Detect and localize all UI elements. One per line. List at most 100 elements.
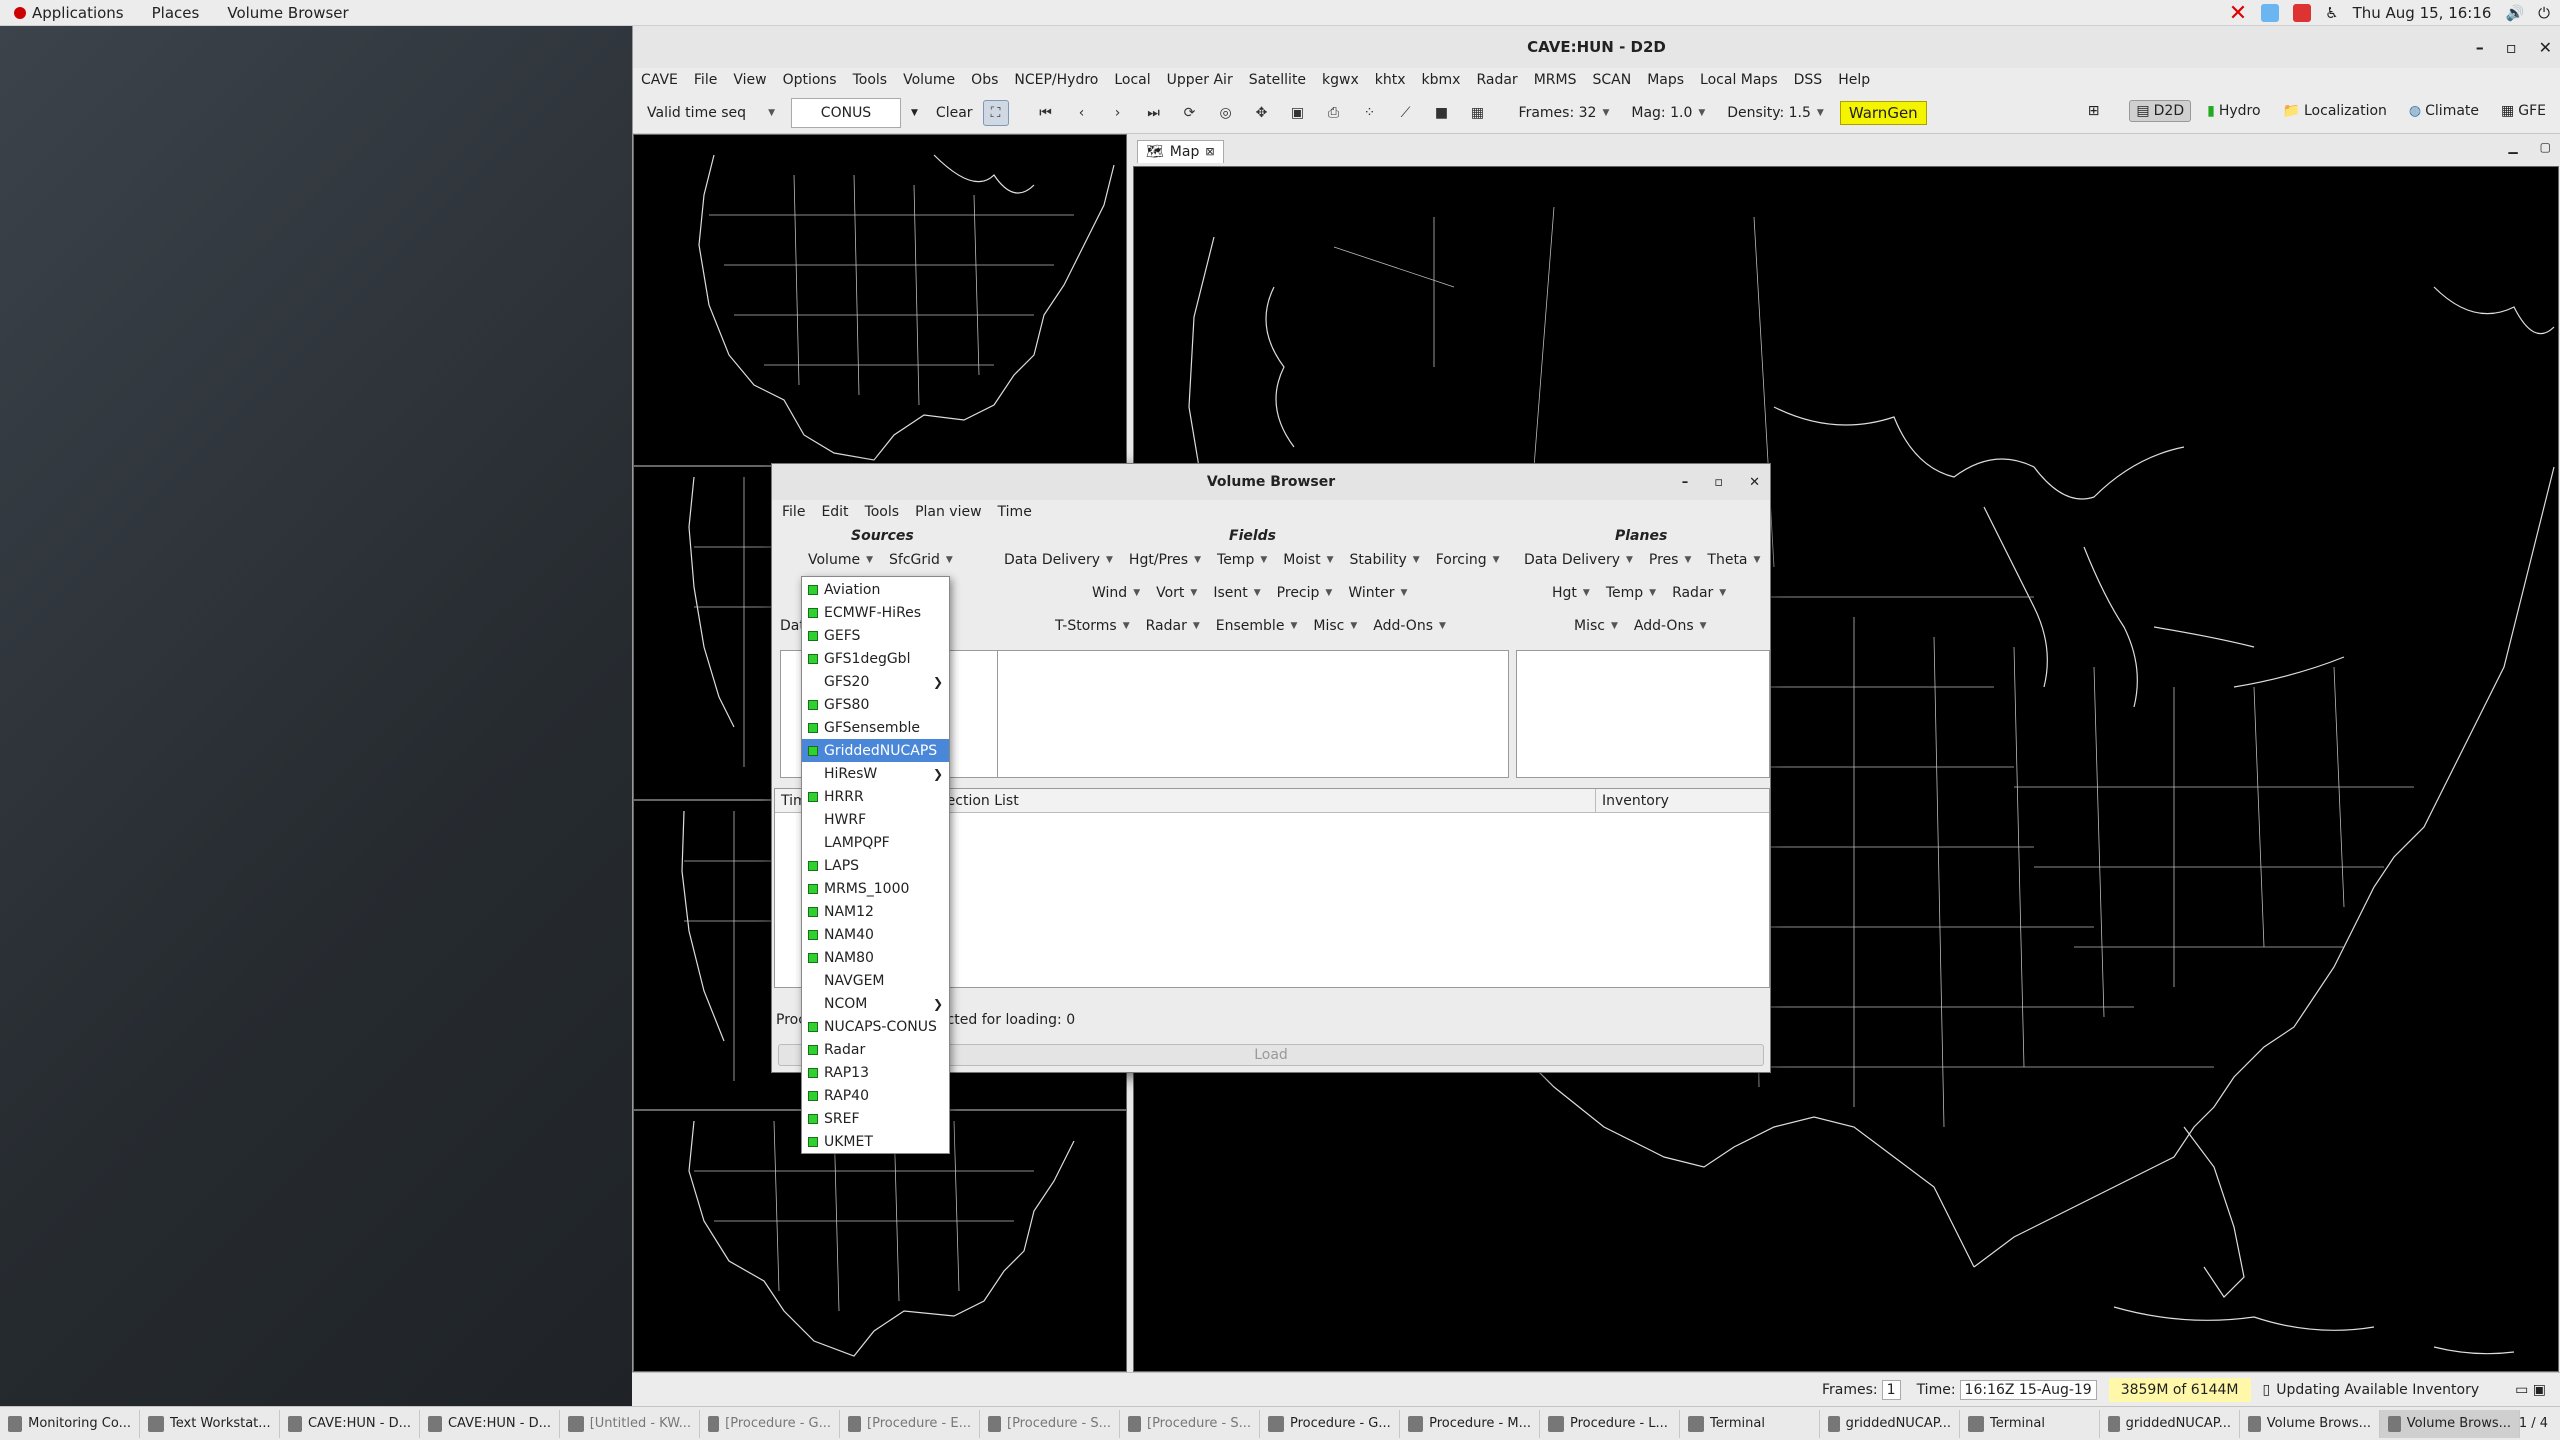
taskbar-item[interactable]: [Procedure - E... bbox=[840, 1409, 980, 1438]
source-item-mrms-1000[interactable]: MRMS_1000 bbox=[802, 877, 949, 900]
chevron-down-icon[interactable]: ▼ bbox=[911, 108, 918, 118]
maximize-pane-icon[interactable]: ▢ bbox=[2540, 140, 2551, 154]
source-item-navgem[interactable]: NAVGEM bbox=[802, 969, 949, 992]
source-item-gfs80[interactable]: GFS80 bbox=[802, 693, 949, 716]
source-item-laps[interactable]: LAPS bbox=[802, 854, 949, 877]
taskbar-item[interactable]: Monitoring Co... bbox=[0, 1409, 140, 1438]
source-item-hwrf[interactable]: HWRF bbox=[802, 808, 949, 831]
fields-t-storms-combo[interactable]: T-Storms ▼ bbox=[1055, 618, 1130, 634]
source-item-nam40[interactable]: NAM40 bbox=[802, 923, 949, 946]
source-item-aviation[interactable]: Aviation bbox=[802, 578, 949, 601]
fields-moist-combo[interactable]: Moist ▼ bbox=[1283, 552, 1333, 568]
places-menu[interactable]: Places bbox=[138, 0, 214, 26]
menu-scan[interactable]: SCAN bbox=[1592, 72, 1631, 88]
source-item-radar[interactable]: Radar bbox=[802, 1038, 949, 1061]
source-item-nam80[interactable]: NAM80 bbox=[802, 946, 949, 969]
menu-view[interactable]: View bbox=[733, 72, 766, 88]
sfcgrid-combo[interactable]: SfcGrid ▼ bbox=[889, 552, 953, 568]
perspective-localization[interactable]: 📁 Localization bbox=[2277, 101, 2393, 121]
clear-button[interactable]: Clear bbox=[936, 105, 973, 121]
taskbar-item[interactable]: [Procedure - S... bbox=[1120, 1409, 1260, 1438]
source-item-gfsensemble[interactable]: GFSensemble bbox=[802, 716, 949, 739]
menu-radar[interactable]: Radar bbox=[1476, 72, 1517, 88]
vb-menu-time[interactable]: Time bbox=[998, 504, 1032, 520]
side-pane-1[interactable] bbox=[633, 134, 1127, 466]
valid-time-seq-combo[interactable]: Valid time seq ▼ bbox=[641, 105, 781, 121]
fields-vort-combo[interactable]: Vort ▼ bbox=[1156, 585, 1197, 601]
taskbar-item[interactable]: Terminal bbox=[1680, 1409, 1820, 1438]
taskbar-item[interactable]: griddedNUCAP... bbox=[2100, 1409, 2240, 1438]
tab-map[interactable]: 🗺 Map ⊠ bbox=[1137, 139, 1224, 163]
refresh-icon[interactable]: ◎ bbox=[1213, 100, 1239, 126]
minimize-icon[interactable]: – bbox=[2476, 38, 2484, 57]
fields-stability-combo[interactable]: Stability ▼ bbox=[1350, 552, 1420, 568]
taskbar-item[interactable]: CAVE:HUN - D... bbox=[420, 1409, 560, 1438]
fields-data-delivery-combo[interactable]: Data Delivery ▼ bbox=[1004, 552, 1113, 568]
print-icon[interactable]: ⎙ bbox=[1321, 100, 1347, 126]
inventory-column-header[interactable]: Inventory bbox=[1595, 789, 1769, 813]
menu-satellite[interactable]: Satellite bbox=[1249, 72, 1306, 88]
planes-theta-combo[interactable]: Theta ▼ bbox=[1707, 552, 1760, 568]
tray-icons[interactable]: ▭ ▣ bbox=[2515, 1382, 2546, 1398]
density-combo[interactable]: Density: 1.5 ▼ bbox=[1721, 105, 1830, 121]
fields-list[interactable] bbox=[997, 650, 1509, 778]
menu-file[interactable]: File bbox=[694, 72, 717, 88]
planes-radar-combo[interactable]: Radar ▼ bbox=[1672, 585, 1726, 601]
fields-temp-combo[interactable]: Temp ▼ bbox=[1217, 552, 1267, 568]
mag-combo[interactable]: Mag: 1.0 ▼ bbox=[1625, 105, 1711, 121]
maximize-icon[interactable]: ▫ bbox=[2506, 38, 2517, 57]
close-icon[interactable]: ✕ bbox=[2539, 38, 2552, 57]
single-panel-icon[interactable]: ■ bbox=[1429, 100, 1455, 126]
menu-kbmx[interactable]: kbmx bbox=[1422, 72, 1461, 88]
menu-obs[interactable]: Obs bbox=[971, 72, 998, 88]
source-item-hiresw[interactable]: HiResW ❯ bbox=[802, 762, 949, 785]
source-item-rap40[interactable]: RAP40 bbox=[802, 1084, 949, 1107]
perspective-d2d[interactable]: ▤ D2D bbox=[2129, 100, 2192, 122]
taskbar-item[interactable]: Procedure - L... bbox=[1540, 1409, 1680, 1438]
taskbar-item[interactable]: CAVE:HUN - D... bbox=[280, 1409, 420, 1438]
source-item-gfs20[interactable]: GFS20 ❯ bbox=[802, 670, 949, 693]
planes-data-delivery-combo[interactable]: Data Delivery ▼ bbox=[1524, 552, 1633, 568]
volume-icon[interactable]: 🔊 bbox=[2505, 4, 2524, 22]
minimize-icon[interactable]: – bbox=[1682, 475, 1689, 490]
vb-menu-file[interactable]: File bbox=[782, 504, 805, 520]
taskbar-item[interactable]: [Procedure - S... bbox=[980, 1409, 1120, 1438]
menu-mrms[interactable]: MRMS bbox=[1534, 72, 1577, 88]
source-item-lampqpf[interactable]: LAMPQPF bbox=[802, 831, 949, 854]
perspective-gfe[interactable]: ▦ GFE bbox=[2495, 101, 2552, 121]
vb-menu-plan-view[interactable]: Plan view bbox=[915, 504, 981, 520]
baseline-icon[interactable]: ⟋ bbox=[1393, 100, 1419, 126]
taskbar-item[interactable]: Terminal bbox=[1960, 1409, 2100, 1438]
memory-indicator[interactable]: 3859M of 6144M bbox=[2108, 1377, 2251, 1402]
active-app-menu[interactable]: Volume Browser bbox=[213, 0, 362, 26]
source-item-gefs[interactable]: GEFS bbox=[802, 624, 949, 647]
fields-ensemble-combo[interactable]: Ensemble ▼ bbox=[1216, 618, 1298, 634]
close-x-icon[interactable]: ✕ bbox=[2229, 1, 2247, 26]
source-item-gfs1deggbl[interactable]: GFS1degGbl bbox=[802, 647, 949, 670]
first-frame-icon[interactable]: ⏮ bbox=[1033, 100, 1059, 126]
taskbar-item[interactable]: Text Workstat... bbox=[140, 1409, 280, 1438]
weather-icon[interactable] bbox=[2261, 4, 2280, 22]
zoom-extent-icon[interactable]: ⛶ bbox=[982, 99, 1009, 126]
taskbar-item[interactable]: [Untitled - KW... bbox=[560, 1409, 700, 1438]
fields-precip-combo[interactable]: Precip ▼ bbox=[1277, 585, 1333, 601]
vb-titlebar[interactable]: Volume Browser – ▫ ✕ bbox=[772, 464, 1770, 500]
menu-khtx[interactable]: khtx bbox=[1375, 72, 1406, 88]
menu-cave[interactable]: CAVE bbox=[641, 72, 678, 88]
maximize-icon[interactable]: ▫ bbox=[1714, 475, 1723, 490]
menu-upper-air[interactable]: Upper Air bbox=[1167, 72, 1233, 88]
menu-local[interactable]: Local bbox=[1114, 72, 1150, 88]
volume-combo[interactable]: Volume ▼ bbox=[808, 552, 873, 568]
last-frame-icon[interactable]: ⏭ bbox=[1141, 100, 1167, 126]
menu-tools[interactable]: Tools bbox=[853, 72, 888, 88]
fields-winter-combo[interactable]: Winter ▼ bbox=[1348, 585, 1407, 601]
warngen-button[interactable]: WarnGen bbox=[1839, 100, 1927, 125]
planes-add-ons-combo[interactable]: Add-Ons ▼ bbox=[1634, 618, 1707, 634]
menu-local-maps[interactable]: Local Maps bbox=[1700, 72, 1778, 88]
source-item-hrrr[interactable]: HRRR bbox=[802, 785, 949, 808]
fields-wind-combo[interactable]: Wind ▼ bbox=[1092, 585, 1140, 601]
fields-forcing-combo[interactable]: Forcing ▼ bbox=[1436, 552, 1500, 568]
source-item-rap13[interactable]: RAP13 bbox=[802, 1061, 949, 1084]
taskbar-item[interactable]: [Procedure - G... bbox=[700, 1409, 840, 1438]
clock[interactable]: Thu Aug 15, 16:16 bbox=[2353, 4, 2492, 22]
